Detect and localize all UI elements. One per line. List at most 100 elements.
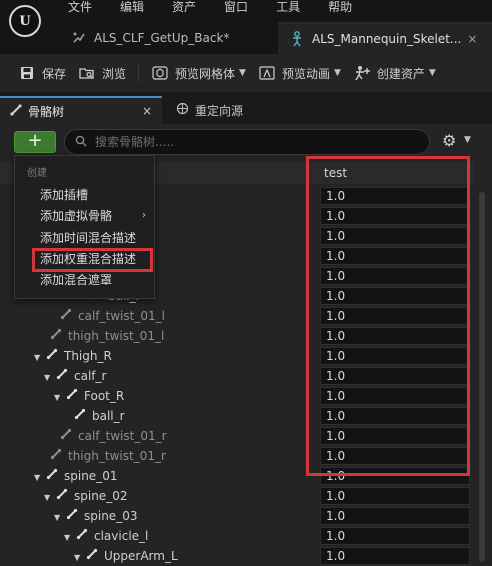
- expand-arrow-icon[interactable]: ▼: [34, 348, 44, 368]
- bone-name: spine_02: [74, 489, 128, 503]
- title-bar: U 文件 编辑 资产 窗口 工具 帮助 ALS_CLF_GetUp_Back* …: [0, 0, 492, 54]
- close-icon[interactable]: ×: [467, 32, 477, 46]
- bone-label: ▼ clavicle_l: [64, 526, 148, 546]
- bone-icon: [60, 307, 74, 327]
- menu-file[interactable]: 文件: [68, 0, 92, 14]
- bone-row[interactable]: ▼ spine_02 1.0: [0, 486, 474, 506]
- bone-label: calf_twist_01_r: [60, 426, 167, 446]
- expand-arrow-icon[interactable]: ▼: [74, 548, 84, 566]
- chevron-down-icon: ▼: [428, 68, 436, 78]
- bone-name: spine_01: [64, 469, 118, 483]
- bone-name: calf_twist_01_r: [78, 429, 167, 443]
- blend-weight-field[interactable]: 1.0: [320, 487, 470, 505]
- expand-arrow-icon[interactable]: ▼: [64, 528, 74, 548]
- bone-name: clavicle_l: [94, 529, 149, 543]
- chevron-down-icon: ▼: [333, 68, 341, 78]
- bone-label: ball_r: [74, 406, 125, 426]
- bone-icon: [46, 467, 60, 487]
- bone-name: Thigh_R: [64, 349, 112, 363]
- bone-label: ▼ Thigh_R: [34, 346, 112, 366]
- menu-item-add-time-blend-profile[interactable]: 添加时间混合描述: [15, 228, 154, 248]
- bone-icon: [86, 547, 100, 566]
- bone-label: ▼ Foot_R: [54, 386, 124, 406]
- tab-retarget-sources[interactable]: 重定向源: [170, 96, 290, 124]
- bone-row[interactable]: ▼ clavicle_l 1.0: [0, 526, 474, 546]
- doc-tab-label: ALS_CLF_GetUp_Back*: [94, 31, 230, 45]
- blend-weight-field[interactable]: 1.0: [320, 547, 470, 565]
- preview-animation-icon: [258, 64, 276, 82]
- bone-icon: [56, 487, 70, 507]
- gear-icon[interactable]: ⚙: [442, 131, 456, 150]
- bone-label: ▼ calf_r: [44, 366, 106, 386]
- browse-folder-icon: [78, 64, 96, 82]
- bone-icon: [66, 507, 80, 527]
- bone-icon: [50, 447, 64, 467]
- menu-window[interactable]: 窗口: [224, 0, 248, 14]
- bone-label: ▼ spine_02: [44, 486, 127, 506]
- bone-icon: [46, 347, 60, 367]
- unreal-logo[interactable]: U: [9, 5, 41, 37]
- chevron-down-icon: ▼: [239, 68, 246, 78]
- skeleton-icon: [290, 31, 304, 47]
- doc-tab-label: ALS_Mannequin_Skelet...: [312, 32, 462, 46]
- bone-icon: [76, 527, 90, 547]
- browse-button[interactable]: 浏览: [72, 58, 132, 88]
- doc-tab-mannequin-skeleton[interactable]: ALS_Mannequin_Skelet... ×: [278, 22, 492, 54]
- bone-label: thigh_twist_01_l: [50, 326, 164, 346]
- search-row: + ⚙ ▼: [0, 124, 492, 158]
- search-icon: [75, 135, 87, 150]
- expand-arrow-icon[interactable]: ▼: [44, 488, 54, 508]
- menu-item-add-blend-mask[interactable]: 添加混合遮罩: [15, 270, 154, 290]
- doc-tab-getup-back[interactable]: ALS_CLF_GetUp_Back*: [60, 22, 274, 54]
- create-context-menu: 创建 添加插槽 添加虚拟骨骼 › 添加时间混合描述 添加权重混合描述 添加混合遮罩: [14, 155, 155, 299]
- bone-icon: [74, 407, 88, 427]
- bone-name: calf_r: [74, 369, 107, 383]
- bone-label: thigh_twist_01_r: [50, 446, 166, 466]
- expand-arrow-icon[interactable]: ▼: [34, 468, 44, 488]
- bone-row[interactable]: ▼ UpperArm_L 1.0: [0, 546, 474, 566]
- blend-weight-field[interactable]: 1.0: [320, 527, 470, 545]
- menu-asset[interactable]: 资产: [172, 0, 196, 14]
- highlight-value-column: [306, 156, 470, 476]
- animation-icon: [72, 31, 86, 45]
- expand-arrow-icon[interactable]: ▼: [54, 388, 64, 408]
- blend-weight-field[interactable]: 1.0: [320, 507, 470, 525]
- menu-item-add-socket[interactable]: 添加插槽: [15, 185, 154, 205]
- preview-animation-button[interactable]: 预览动画 ▼: [252, 58, 347, 88]
- menu-tools[interactable]: 工具: [276, 0, 300, 14]
- menu-item-add-virtual-bone[interactable]: 添加虚拟骨骼 ›: [15, 206, 154, 226]
- expand-arrow-icon[interactable]: ▼: [54, 508, 64, 528]
- bone-name: thigh_twist_01_r: [68, 449, 166, 463]
- bone-icon: [56, 367, 70, 387]
- create-asset-button[interactable]: 创建资产 ▼: [347, 58, 442, 88]
- menu-edit[interactable]: 编辑: [120, 0, 144, 14]
- panel-tab-strip: 骨骼树 × 重定向源: [0, 92, 492, 124]
- bone-icon: [60, 427, 74, 447]
- bone-tree-icon: [10, 103, 22, 119]
- menu-help[interactable]: 帮助: [328, 0, 352, 14]
- tab-skeleton-tree[interactable]: 骨骼树 ×: [0, 96, 162, 124]
- save-icon: [18, 64, 36, 82]
- bone-label: calf_twist_01_l: [60, 306, 165, 326]
- bone-name: spine_03: [84, 509, 138, 523]
- highlight-menu-item: [32, 248, 153, 272]
- bone-row[interactable]: ▼ spine_03 1.0: [0, 506, 474, 526]
- bone-label: ▼ UpperArm_L: [74, 546, 178, 566]
- bone-label: ▼ spine_03: [54, 506, 137, 526]
- bone-label: ▼ spine_01: [34, 466, 117, 486]
- scrollbar[interactable]: [479, 192, 485, 562]
- chevron-right-icon: ›: [142, 210, 146, 221]
- bone-name: thigh_twist_01_l: [68, 329, 165, 343]
- add-button[interactable]: +: [14, 131, 56, 153]
- save-button[interactable]: 保存: [12, 58, 72, 88]
- toolbar-divider: [138, 64, 140, 82]
- search-box: [64, 129, 430, 155]
- mesh-icon: [151, 64, 169, 82]
- bone-name: calf_twist_01_l: [78, 309, 165, 323]
- preview-mesh-button[interactable]: 预览网格体 ▼: [145, 58, 252, 88]
- bone-name: Foot_R: [84, 389, 125, 403]
- search-input[interactable]: [95, 135, 395, 149]
- expand-arrow-icon[interactable]: ▼: [44, 368, 54, 388]
- close-icon[interactable]: ×: [142, 104, 152, 118]
- chevron-down-icon[interactable]: ▼: [464, 135, 471, 145]
